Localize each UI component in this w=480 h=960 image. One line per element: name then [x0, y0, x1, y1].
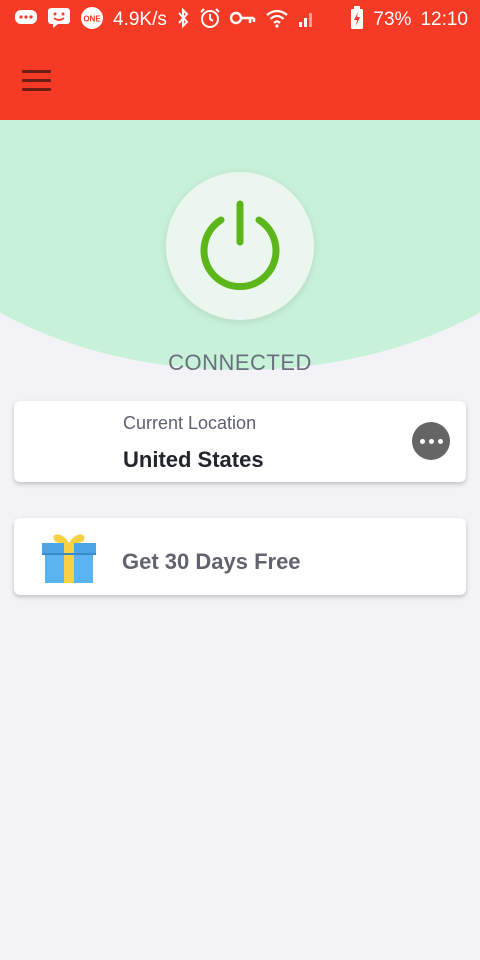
status-bar-left: ONE 4.9K/s — [14, 6, 314, 34]
status-bar: ONE 4.9K/s 73% 12:10 — [0, 0, 480, 40]
promo-card[interactable]: Get 30 Days Free — [14, 518, 466, 595]
more-dot — [419, 438, 425, 444]
current-location-value: United States — [123, 447, 264, 472]
message-icon — [47, 7, 71, 33]
status-bar-right: 73% 12:10 — [350, 6, 468, 34]
alarm-icon — [199, 7, 221, 33]
network-speed: 4.9K/s — [113, 9, 167, 30]
chat-bubble-icon — [14, 8, 38, 32]
battery-percent: 73% — [373, 9, 412, 30]
key-icon — [229, 10, 256, 30]
menu-line — [22, 78, 51, 82]
clock: 12:10 — [420, 9, 468, 30]
menu-line — [22, 87, 51, 91]
connection-status: CONNECTED — [168, 350, 312, 375]
more-dot — [428, 438, 434, 444]
main-content: CONNECTED Current Location United States… — [0, 120, 480, 960]
power-button[interactable] — [166, 172, 314, 320]
wifi-icon — [265, 8, 289, 32]
svg-text:ONE: ONE — [83, 15, 101, 24]
power-icon — [200, 200, 280, 291]
menu-line — [22, 69, 51, 73]
one-icon: ONE — [80, 6, 104, 34]
signal-icon — [298, 9, 314, 31]
app-bar — [0, 40, 480, 120]
current-location-card[interactable]: Current Location United States — [14, 401, 466, 482]
hamburger-menu-icon[interactable] — [22, 62, 62, 98]
gift-icon — [42, 534, 96, 583]
bluetooth-icon — [176, 7, 190, 33]
more-dot — [437, 438, 443, 444]
promo-label: Get 30 Days Free — [122, 549, 301, 574]
battery-charging-icon — [350, 6, 364, 34]
current-location-label: Current Location — [123, 413, 257, 433]
more-options-button[interactable] — [412, 422, 450, 460]
